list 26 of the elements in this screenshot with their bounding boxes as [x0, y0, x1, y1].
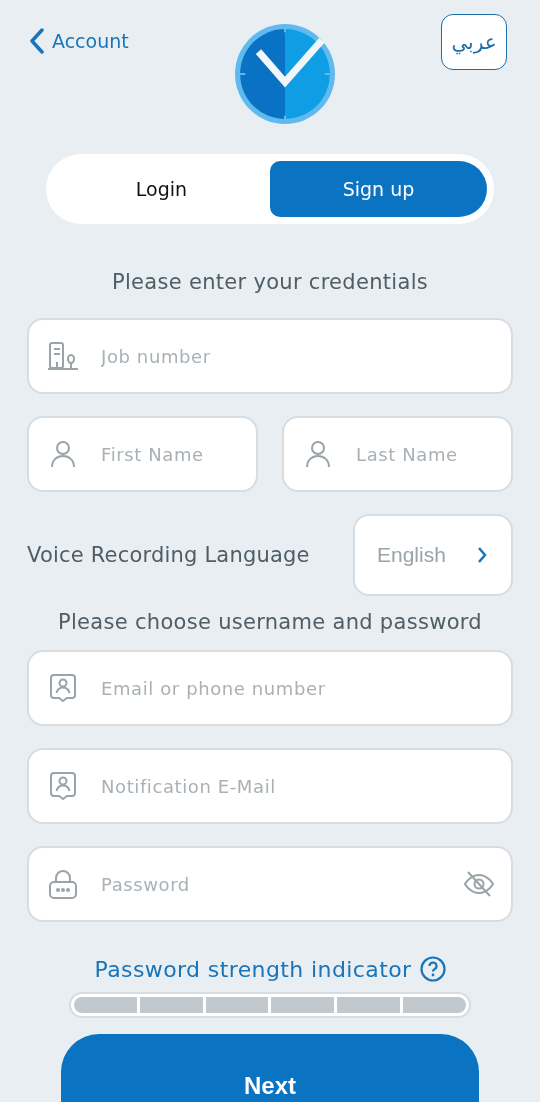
input-field[interactable]: First Name: [27, 416, 258, 492]
tab[interactable]: Login: [53, 161, 270, 217]
lock-icon: [48, 869, 78, 899]
input-field[interactable]: Password: [27, 846, 513, 922]
input-field[interactable]: Email or phone number: [27, 650, 513, 726]
back-link[interactable]: Account: [30, 28, 129, 54]
strength-label: Password strength indicator: [94, 956, 412, 982]
hide-password-icon[interactable]: [463, 871, 495, 897]
chevron-right-icon: [477, 546, 487, 564]
clock-logo-icon: [233, 22, 336, 126]
input-field[interactable]: Last Name: [282, 416, 513, 492]
back-chevron-icon: [30, 28, 44, 54]
section-heading: Please enter your credentials: [111, 270, 429, 294]
help-icon[interactable]: [419, 956, 446, 982]
tab[interactable]: Sign up: [270, 161, 487, 217]
person-icon: [305, 440, 331, 468]
input-field[interactable]: Notification E-Mail: [27, 748, 513, 824]
next-button[interactable]: Next: [61, 1034, 479, 1102]
person-icon: [50, 440, 76, 468]
voice-language-label: Voice Recording Language: [27, 543, 310, 567]
language-dropdown[interactable]: English: [353, 514, 513, 596]
arabic-language-button[interactable]: عربي: [441, 14, 507, 70]
section-heading: Please choose username and password: [57, 610, 483, 634]
contact-card-icon: [49, 673, 77, 703]
contact-card-icon: [49, 771, 77, 801]
building-icon: [47, 342, 79, 370]
